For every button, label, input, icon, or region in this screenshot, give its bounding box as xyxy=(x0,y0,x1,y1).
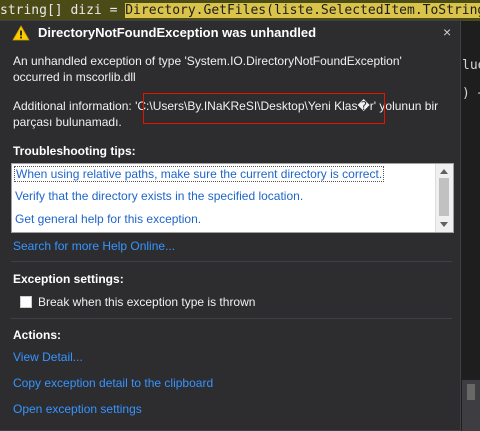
divider xyxy=(11,261,452,262)
message-line: occurred in mscorlib.dll xyxy=(13,70,136,84)
copy-detail-link[interactable]: Copy exception detail to the clipboard xyxy=(13,376,213,390)
dialog-title: DirectoryNotFoundException was unhandled xyxy=(38,25,317,40)
tip-link[interactable]: Verify that the directory exists in the … xyxy=(15,189,303,203)
divider xyxy=(11,318,452,319)
tips-heading: Troubleshooting tips: xyxy=(13,144,136,158)
code-selected: Directory.GetFiles(liste.SelectedItem.To… xyxy=(125,3,480,18)
additional-label: Additional information: xyxy=(13,99,136,113)
additional-information: Additional information: 'C:\Users\By.INa… xyxy=(13,98,453,130)
scroll-down-icon[interactable] xyxy=(440,222,448,227)
exception-settings-heading: Exception settings: xyxy=(13,272,124,286)
scrollbar-thumb[interactable] xyxy=(439,178,449,216)
scrollbar-thumb[interactable] xyxy=(467,384,475,400)
warning-icon xyxy=(12,25,30,41)
view-detail-link[interactable]: View Detail... xyxy=(13,350,83,364)
editor-scrollbar[interactable] xyxy=(462,380,480,431)
exception-message: An unhandled exception of type 'System.I… xyxy=(13,53,443,85)
message-line: An unhandled exception of type 'System.I… xyxy=(13,54,402,68)
scroll-up-icon[interactable] xyxy=(440,169,448,174)
additional-path: 'C:\Users\By.INaKReSI\Desktop\Yeni Klas�… xyxy=(135,99,377,113)
tips-scrollbar[interactable] xyxy=(435,164,453,232)
tip-link[interactable]: Get general help for this exception. xyxy=(15,212,201,226)
additional-rest: yolunun bir xyxy=(376,99,439,113)
tip-link[interactable]: When using relative paths, make sure the… xyxy=(14,166,385,182)
title-bar: DirectoryNotFoundException was unhandled… xyxy=(0,21,460,46)
code-fragment: lue xyxy=(462,58,480,73)
close-icon[interactable]: × xyxy=(443,24,451,40)
code-fragment: ) + xyxy=(462,86,480,101)
open-settings-link[interactable]: Open exception settings xyxy=(13,402,142,416)
actions-heading: Actions: xyxy=(13,328,61,342)
break-checkbox-label[interactable]: Break when this exception type is thrown xyxy=(38,295,255,309)
break-checkbox[interactable] xyxy=(20,296,32,308)
code-editor-line: string[] dizi = Directory.GetFiles(liste… xyxy=(0,0,480,21)
tips-list: When using relative paths, make sure the… xyxy=(11,163,454,233)
code-prefix: string[] dizi = xyxy=(0,3,126,18)
exception-dialog: DirectoryNotFoundException was unhandled… xyxy=(0,20,461,431)
search-help-link[interactable]: Search for more Help Online... xyxy=(13,239,175,253)
additional-line2: parçası bulunamadı. xyxy=(13,115,122,129)
